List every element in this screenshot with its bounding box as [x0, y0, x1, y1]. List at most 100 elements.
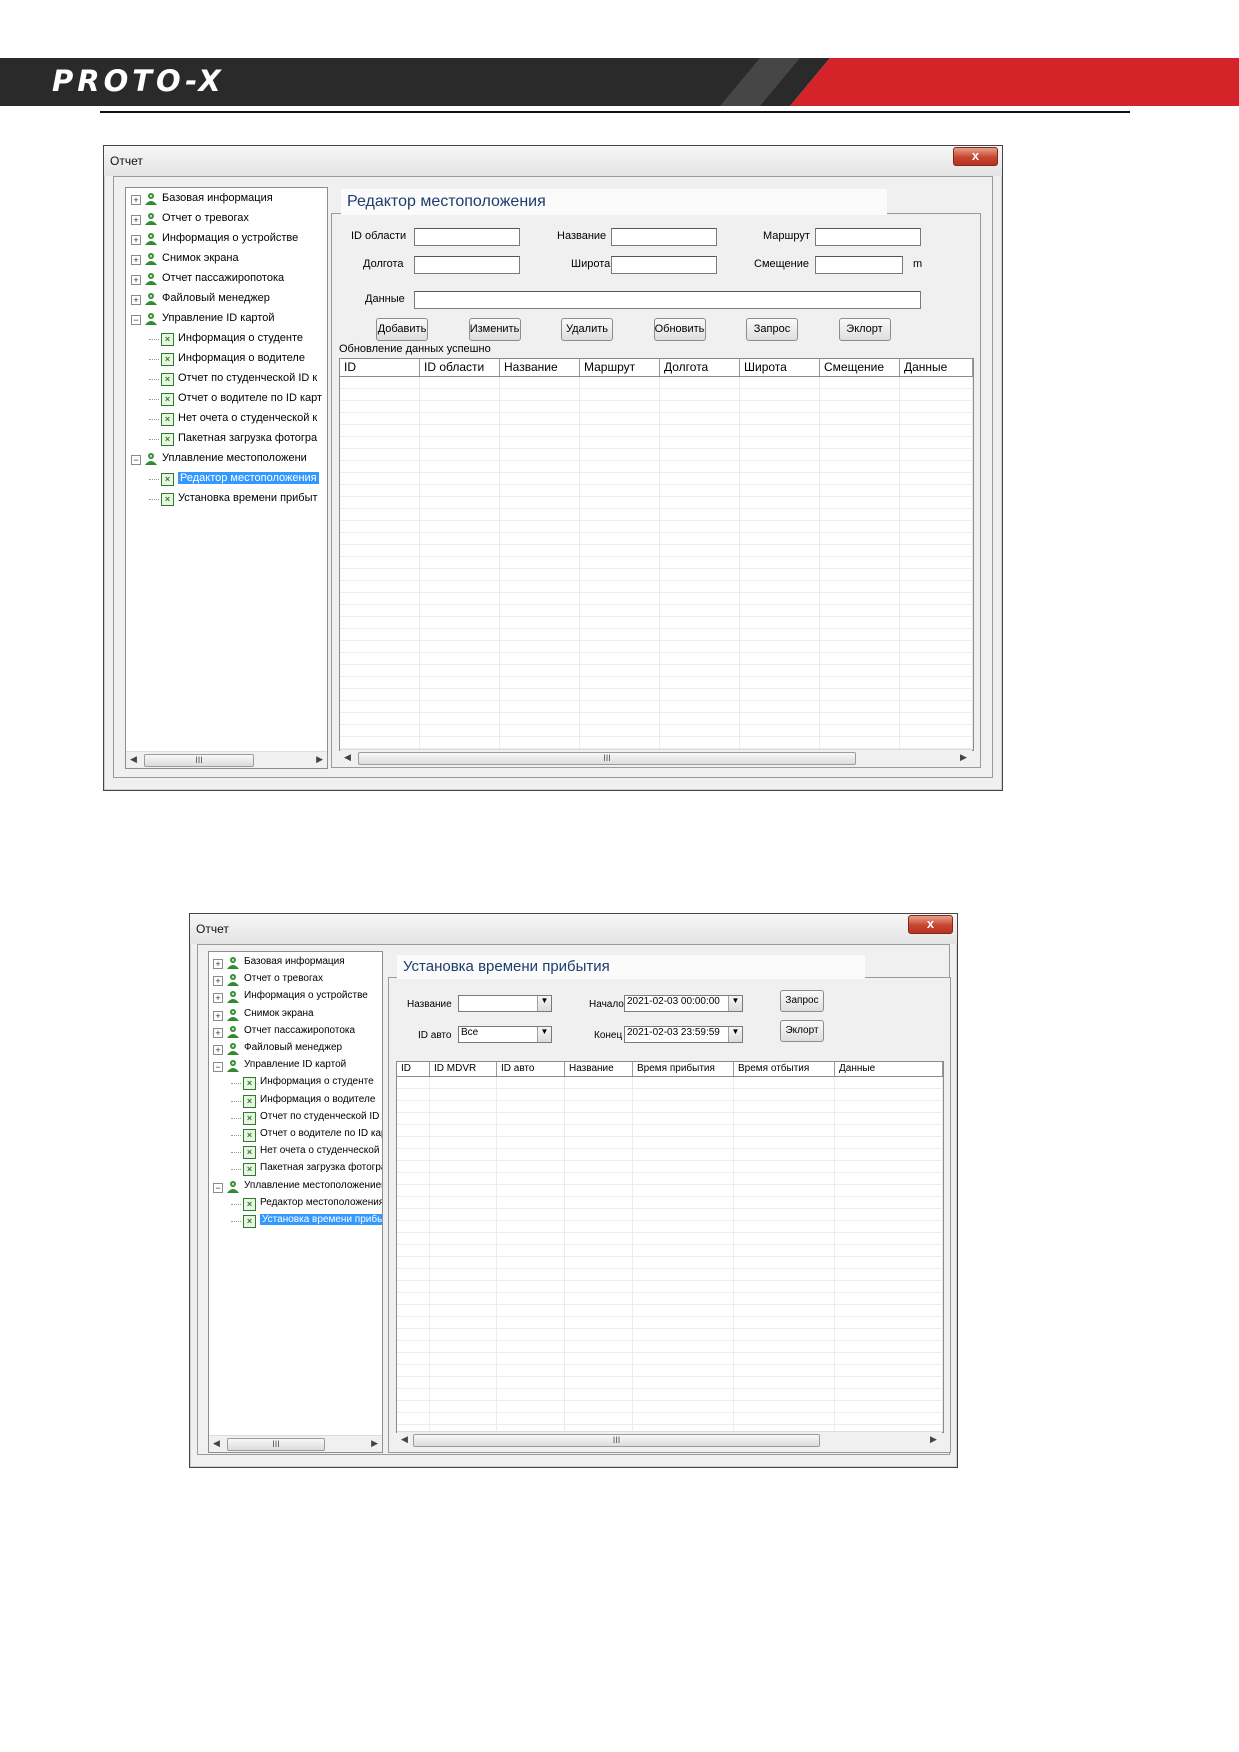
- chevron-down-icon[interactable]: ▼: [728, 996, 742, 1011]
- column-header[interactable]: ID: [340, 359, 420, 376]
- collapse-icon[interactable]: −: [131, 455, 141, 465]
- scroll-right-icon[interactable]: ▶: [930, 1434, 937, 1445]
- grid-scroll-thumb[interactable]: III: [413, 1434, 820, 1447]
- expand-icon[interactable]: +: [131, 215, 141, 225]
- close-button[interactable]: x: [953, 147, 998, 166]
- tree-item[interactable]: × Редактор местоположения: [209, 1197, 382, 1215]
- column-header[interactable]: Время отбытия: [734, 1062, 835, 1076]
- tree-item[interactable]: × Информация о студенте: [209, 1076, 382, 1094]
- grid-hscroll[interactable]: ◀ III ▶: [397, 1431, 942, 1448]
- refresh-button[interactable]: Обновить: [653, 318, 706, 341]
- tree-item[interactable]: − Управление ID картой: [209, 1059, 382, 1077]
- scroll-right-icon[interactable]: ▶: [316, 754, 323, 765]
- latitude-input[interactable]: [611, 256, 717, 274]
- collapse-icon[interactable]: −: [131, 315, 141, 325]
- column-header[interactable]: Название: [565, 1062, 633, 1076]
- column-header[interactable]: Широта: [740, 359, 820, 376]
- export-button[interactable]: Эклорт: [838, 318, 891, 341]
- expand-icon[interactable]: +: [213, 1027, 223, 1038]
- scroll-left-icon[interactable]: ◀: [213, 1438, 220, 1449]
- expand-icon[interactable]: +: [213, 1045, 223, 1055]
- scroll-right-icon[interactable]: ▶: [371, 1438, 378, 1449]
- query-button[interactable]: Запрос: [746, 318, 798, 341]
- column-header[interactable]: ID области: [420, 359, 500, 376]
- scroll-right-icon[interactable]: ▶: [960, 752, 967, 763]
- tree-item[interactable]: − Уплавление местоположени: [126, 452, 327, 470]
- name-input[interactable]: [611, 228, 717, 246]
- collapse-icon[interactable]: −: [213, 1182, 223, 1193]
- close-button[interactable]: x: [908, 915, 953, 934]
- column-header[interactable]: Время прибытия: [633, 1062, 734, 1076]
- scroll-left-icon[interactable]: ◀: [130, 754, 137, 765]
- tree-item[interactable]: × Установка времени прибыт: [126, 492, 327, 510]
- edit-button[interactable]: Изменить: [468, 318, 521, 341]
- expand-icon[interactable]: +: [131, 275, 141, 285]
- tree-item[interactable]: − Управление ID картой: [126, 312, 327, 330]
- tree-item[interactable]: × Отчет о водителе по ID карт: [209, 1128, 382, 1146]
- column-header[interactable]: Данные: [900, 359, 973, 376]
- chevron-down-icon[interactable]: ▼: [728, 1027, 742, 1042]
- tree-item[interactable]: + Базовая информация: [126, 192, 327, 210]
- tree-item[interactable]: − Уплавление местоположением: [209, 1180, 382, 1198]
- tree-scroll-thumb[interactable]: III: [227, 1438, 325, 1451]
- chevron-down-icon[interactable]: ▼: [537, 996, 551, 1011]
- expand-icon[interactable]: +: [213, 993, 223, 1004]
- expand-icon[interactable]: +: [131, 195, 141, 205]
- longitude-input[interactable]: [414, 256, 520, 274]
- column-header[interactable]: ID авто: [497, 1062, 565, 1076]
- tree-item[interactable]: + Информация о устройстве: [126, 232, 327, 250]
- window-titlebar[interactable]: Отчет x: [104, 146, 1002, 176]
- tree-item[interactable]: × Редактор местоположения: [126, 472, 327, 490]
- expand-icon[interactable]: +: [213, 959, 223, 969]
- column-header[interactable]: Название: [500, 359, 580, 376]
- tree-item[interactable]: × Установка времени прибыт: [209, 1214, 382, 1232]
- column-header[interactable]: Долгота: [660, 359, 740, 376]
- tree-item[interactable]: + Файловый менеджер: [209, 1042, 382, 1060]
- grid-hscroll[interactable]: ◀ III ▶: [340, 749, 972, 766]
- scroll-left-icon[interactable]: ◀: [344, 752, 351, 763]
- tree-item[interactable]: + Отчет пассажиропотока: [209, 1025, 382, 1043]
- column-header[interactable]: Данные: [835, 1062, 943, 1076]
- column-header[interactable]: Смещение: [820, 359, 900, 376]
- tree-item[interactable]: + Снимок экрана: [209, 1008, 382, 1026]
- location-grid[interactable]: ID ID области Название Маршрут Долгота Широта…: [339, 358, 974, 751]
- add-button[interactable]: Добавить: [376, 318, 428, 341]
- tree-item[interactable]: × Информация о водителе: [209, 1094, 382, 1112]
- tree-item[interactable]: + Отчет о тревогах: [126, 212, 327, 230]
- tree-scroll-thumb[interactable]: III: [144, 754, 254, 767]
- report-tree[interactable]: + Базовая информация + Отчет о тревогах + Инф…: [208, 951, 383, 1453]
- tree-item[interactable]: × Отчет по студенческой ID к: [126, 372, 327, 390]
- tree-item[interactable]: × Отчет по студенческой ID к: [209, 1111, 382, 1129]
- tree-item[interactable]: × Пакетная загрузка фотогра: [126, 432, 327, 450]
- tree-item[interactable]: × Пакетная загрузка фотогра: [209, 1162, 382, 1180]
- tree-item[interactable]: + Отчет пассажиропотока: [126, 272, 327, 290]
- grid-scroll-thumb[interactable]: III: [358, 752, 856, 765]
- data-input[interactable]: [414, 291, 921, 309]
- expand-icon[interactable]: +: [213, 1010, 223, 1021]
- tree-item[interactable]: × Информация о водителе: [126, 352, 327, 370]
- tree-item[interactable]: + Отчет о тревогах: [209, 973, 382, 991]
- expand-icon[interactable]: +: [131, 255, 141, 265]
- tree-item[interactable]: × Нет очета о студенческой к: [126, 412, 327, 430]
- tree-hscroll[interactable]: ◀ III ▶: [209, 1435, 382, 1452]
- expand-icon[interactable]: +: [131, 235, 141, 245]
- tree-item[interactable]: × Отчет о водителе по ID карт: [126, 392, 327, 410]
- delete-button[interactable]: Удалить: [561, 318, 613, 341]
- tree-hscroll[interactable]: ◀ III ▶: [126, 751, 327, 768]
- area-id-input[interactable]: [414, 228, 520, 246]
- name-select[interactable]: ▼: [458, 995, 552, 1012]
- offset-input[interactable]: [815, 256, 903, 274]
- window-titlebar[interactable]: Отчет x: [190, 914, 957, 944]
- start-datetime[interactable]: 2021-02-03 00:00:00 ▼: [624, 995, 743, 1012]
- scroll-left-icon[interactable]: ◀: [401, 1434, 408, 1445]
- collapse-icon[interactable]: −: [213, 1062, 223, 1073]
- expand-icon[interactable]: +: [131, 295, 141, 305]
- arrival-grid[interactable]: ID ID MDVR ID авто Название Время прибытия Вр…: [396, 1061, 944, 1433]
- expand-icon[interactable]: +: [213, 976, 223, 987]
- tree-item[interactable]: + Снимок экрана: [126, 252, 327, 270]
- car-id-select[interactable]: Все ▼: [458, 1026, 552, 1043]
- column-header[interactable]: ID MDVR: [430, 1062, 497, 1076]
- tree-item[interactable]: × Информация о студенте: [126, 332, 327, 350]
- tree-item[interactable]: + Базовая информация: [209, 956, 382, 974]
- tree-item[interactable]: × Нет очета о студенческой к: [209, 1145, 382, 1163]
